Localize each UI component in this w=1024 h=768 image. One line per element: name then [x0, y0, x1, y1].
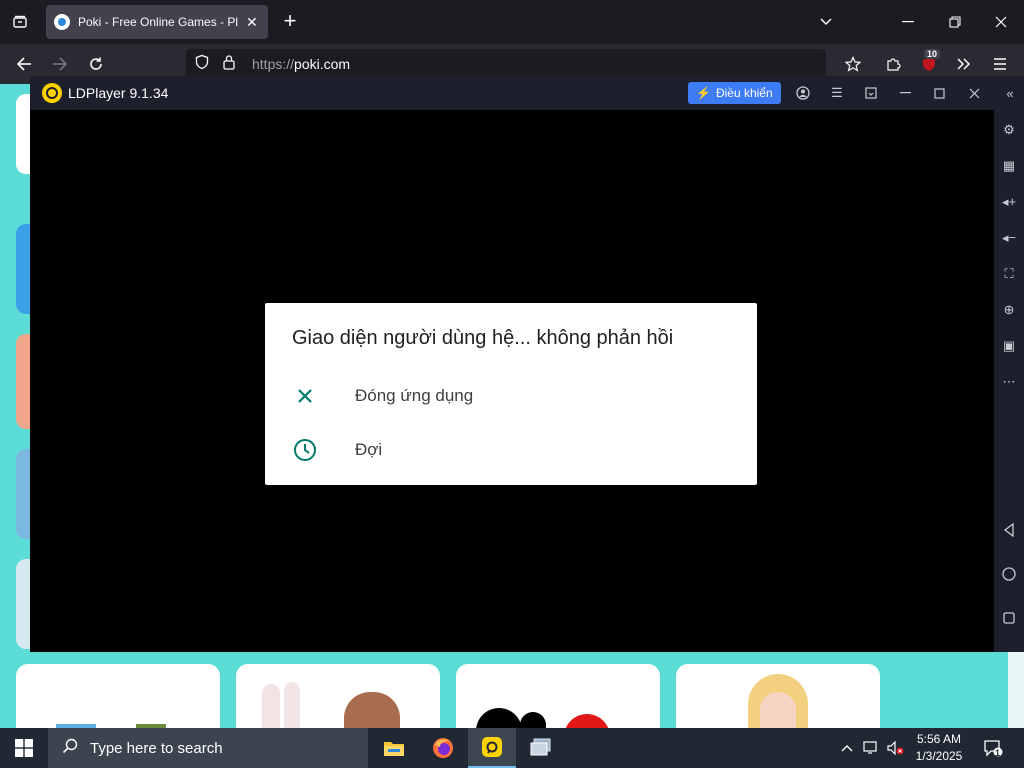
windows-taskbar: Type here to search 5:56 AM 1/3/2025 1 — [0, 728, 1024, 768]
close-icon — [293, 384, 317, 408]
game-card[interactable] — [236, 664, 440, 728]
wait-label: Đợi — [355, 440, 383, 459]
dialog-title: Giao diện người dùng hệ... không phản hồ… — [292, 327, 674, 349]
new-tab-icon[interactable]: + — [278, 10, 302, 34]
lightning-icon: ⚡ — [696, 86, 711, 100]
close-window-icon[interactable] — [983, 8, 1019, 36]
minimize-icon[interactable] — [890, 8, 926, 36]
ldplayer-title: LDPlayer 9.1.34 — [68, 85, 169, 101]
anr-dialog: Giao diện người dùng hệ... không phản hồ… — [265, 303, 757, 485]
menu-icon[interactable]: ☰ — [827, 83, 847, 103]
taskbar-search-box[interactable]: Type here to search — [48, 728, 368, 768]
add-folder-icon[interactable]: ▣ — [999, 336, 1019, 356]
wait-option[interactable]: Đợi — [265, 425, 757, 475]
more-options-icon[interactable]: ⋯ — [999, 372, 1019, 392]
ldplayer-taskbar-icon[interactable] — [468, 728, 516, 768]
ldplayer-title-bar: LDPlayer 9.1.34 ⚡ Điều khiển ☰ « — [30, 76, 1024, 110]
notification-count: 1 — [995, 748, 1001, 758]
show-hidden-icons-chevron-icon[interactable] — [836, 728, 858, 768]
list-all-tabs-icon[interactable] — [808, 8, 844, 36]
account-icon[interactable] — [793, 83, 813, 103]
ldplayer-logo-icon — [42, 83, 62, 103]
network-icon[interactable] — [860, 728, 882, 768]
url-bar[interactable]: https://poki.com — [186, 49, 826, 79]
bookmark-star-icon[interactable] — [841, 52, 865, 76]
tab-title: Poki - Free Online Games - Play — [78, 15, 238, 29]
control-button-label: Điều khiển — [715, 86, 773, 100]
maximize-icon[interactable] — [929, 83, 949, 103]
hamburger-menu-icon[interactable] — [988, 52, 1012, 76]
back-icon[interactable] — [12, 52, 36, 76]
tab-close-icon[interactable]: ✕ — [246, 14, 258, 31]
browser-tab-poki[interactable]: Poki - Free Online Games - Play ✕ — [46, 5, 268, 39]
tab-list-icon[interactable] — [8, 10, 32, 34]
extensions-puzzle-icon[interactable] — [881, 52, 905, 76]
clock-date: 1/3/2025 — [915, 749, 963, 763]
keyboard-mapping-icon[interactable]: ▦ — [999, 156, 1019, 176]
collapse-sidebar-icon[interactable]: « — [1000, 83, 1020, 103]
forward-icon[interactable] — [48, 52, 72, 76]
url-text: https://poki.com — [252, 56, 351, 72]
game-card[interactable] — [456, 664, 660, 728]
install-apk-icon[interactable]: ⊕ — [999, 300, 1019, 320]
reload-icon[interactable] — [84, 52, 108, 76]
ldplayer-sidebar: ⚙ ▦ ◂+ ◂− ⛶ ⊕ ▣ ⋯ — [994, 110, 1024, 652]
search-icon — [62, 738, 78, 759]
volume-up-icon[interactable]: ◂+ — [999, 192, 1019, 212]
firefox-icon[interactable] — [419, 728, 467, 768]
taskbar-clock[interactable]: 5:56 AM 1/3/2025 — [908, 731, 970, 765]
browser-tab-bar: Poki - Free Online Games - Play ✕ + — [0, 0, 1024, 44]
clock-time: 5:56 AM — [916, 732, 962, 746]
search-placeholder: Type here to search — [90, 739, 223, 757]
android-back-icon[interactable] — [999, 520, 1019, 540]
ldmultiplayer-icon[interactable] — [517, 728, 565, 768]
volume-muted-icon[interactable] — [884, 728, 908, 768]
fullscreen-icon[interactable]: ⛶ — [999, 264, 1019, 284]
clock-icon — [293, 438, 317, 462]
notification-center-icon[interactable]: 1 — [978, 728, 1008, 768]
android-recents-icon[interactable] — [999, 608, 1019, 628]
lock-icon[interactable] — [222, 54, 236, 75]
volume-down-icon[interactable]: ◂− — [999, 228, 1019, 248]
game-card[interactable] — [16, 664, 220, 728]
file-explorer-icon[interactable] — [370, 728, 418, 768]
screenshot-icon[interactable] — [861, 83, 881, 103]
settings-gear-icon[interactable]: ⚙ — [999, 120, 1019, 140]
windows-start-icon[interactable] — [0, 728, 48, 768]
close-app-label: Đóng ứng dụng — [355, 386, 474, 405]
control-button[interactable]: ⚡ Điều khiển — [688, 82, 781, 104]
close-icon[interactable] — [964, 83, 984, 103]
restore-icon[interactable] — [937, 8, 973, 36]
overflow-chevron-icon[interactable] — [952, 52, 976, 76]
minimize-icon[interactable] — [895, 83, 915, 103]
android-home-icon[interactable] — [999, 564, 1019, 584]
extension-badge-count: 10 — [924, 49, 941, 59]
shield-icon[interactable] — [194, 54, 210, 75]
poki-favicon-icon — [54, 14, 70, 30]
game-card[interactable] — [676, 664, 880, 728]
close-app-option[interactable]: Đóng ứng dụng — [265, 371, 757, 421]
